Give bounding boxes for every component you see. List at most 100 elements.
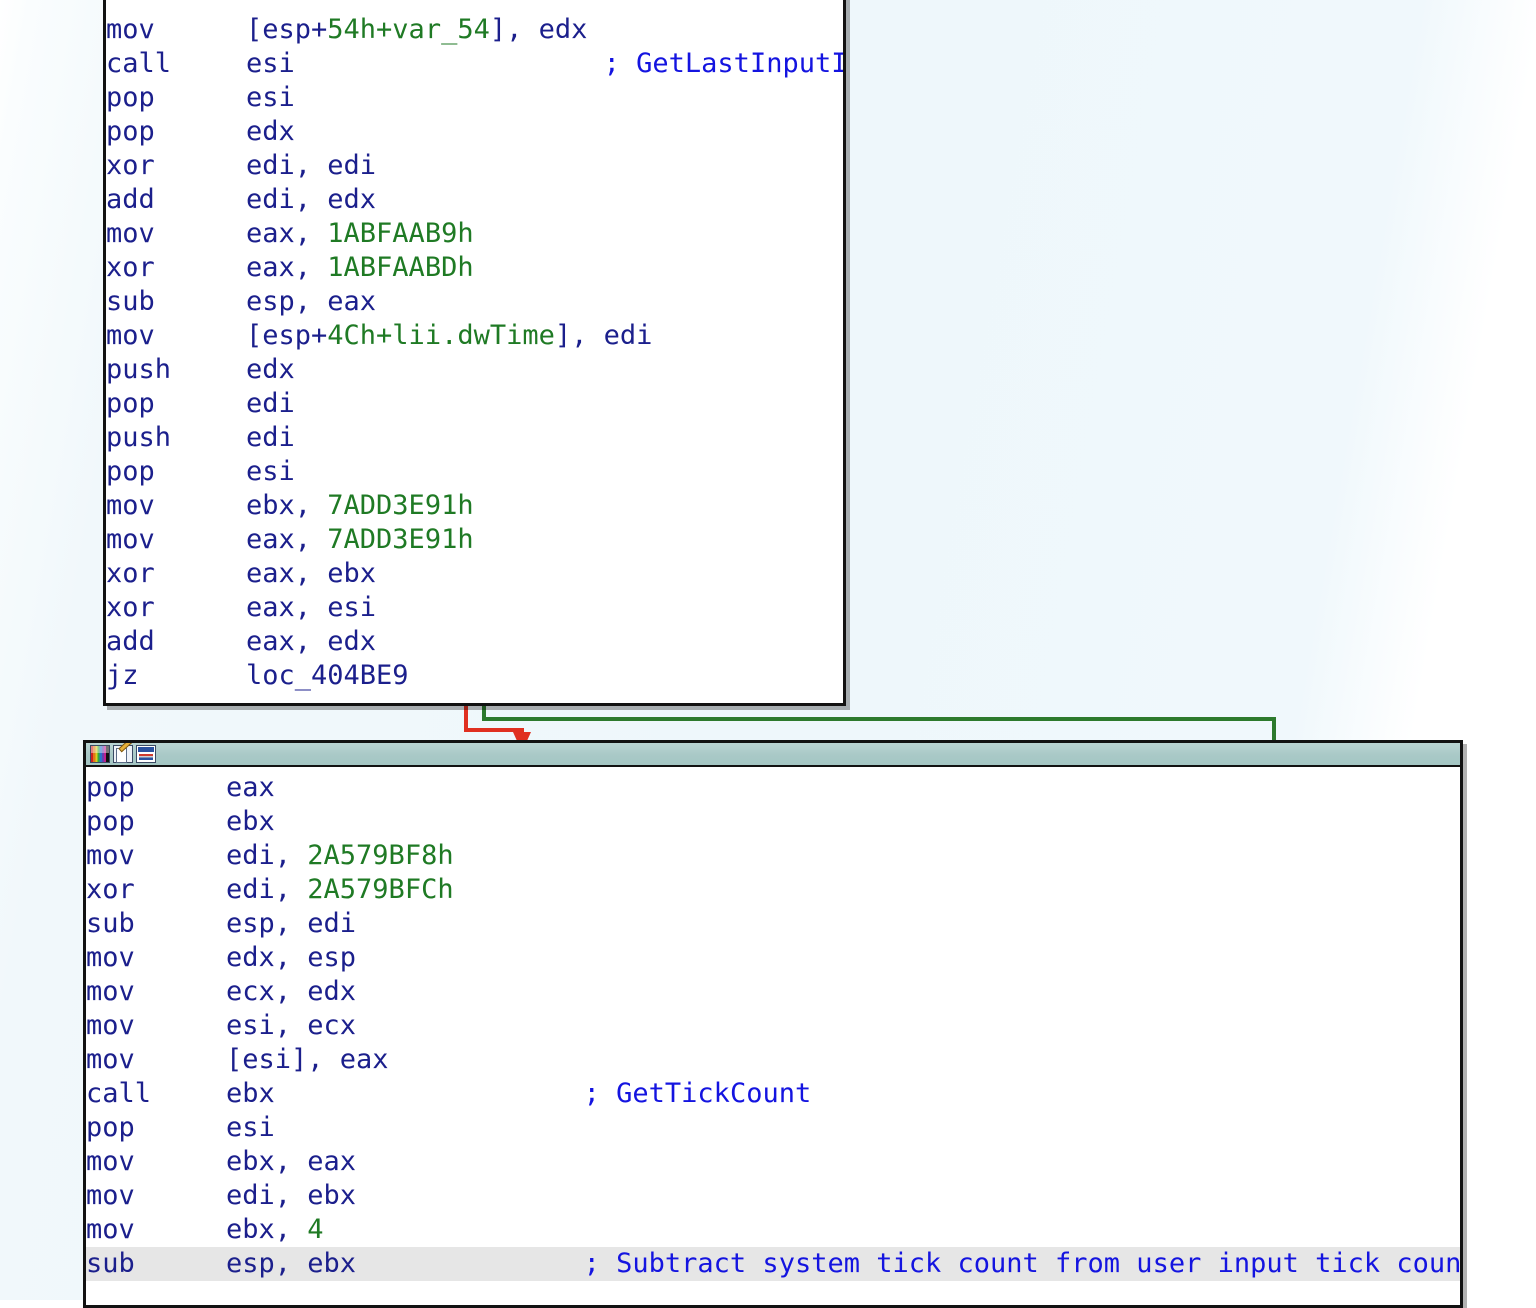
asm-line[interactable]: call ebx ; GetTickCount bbox=[86, 1077, 1460, 1111]
asm-line[interactable]: pop esi bbox=[106, 81, 843, 115]
screen-icon[interactable] bbox=[136, 745, 156, 763]
asm-mnemonic: pop bbox=[106, 456, 155, 487]
asm-mnemonic: mov bbox=[106, 14, 155, 45]
asm-operands: edi, edx bbox=[246, 184, 377, 215]
basic-block-1[interactable]: movesp, edx mov[esp+54h+var_54], edxcall… bbox=[103, 0, 846, 706]
block-2-body: pop eax pop ebx mov edi, 2A579BF8h xor edi, 2A5… bbox=[86, 767, 1460, 1303]
asm-operands: edi bbox=[246, 388, 295, 419]
asm-line[interactable]: mov edi, ebx bbox=[86, 1179, 1460, 1213]
asm-line[interactable]: pop edi bbox=[106, 387, 843, 421]
asm-mnemonic: call bbox=[106, 48, 172, 79]
asm-line[interactable]: sub esp, edi bbox=[86, 907, 1460, 941]
asm-line[interactable]: push edx bbox=[106, 353, 843, 387]
asm-mnemonic: xor bbox=[106, 252, 155, 283]
asm-operands: esp, eax bbox=[246, 286, 377, 317]
asm-operands: edx bbox=[246, 354, 295, 385]
asm-operands: edi bbox=[246, 422, 295, 453]
asm-mnemonic: xor bbox=[106, 558, 155, 589]
asm-mnemonic: add bbox=[106, 184, 155, 215]
asm-mnemonic: mov bbox=[86, 1010, 135, 1041]
asm-operands: ebx bbox=[226, 1078, 275, 1109]
asm-operands: loc_404BE9 bbox=[246, 660, 409, 691]
basic-block-2[interactable]: pop eax pop ebx mov edi, 2A579BF8h xor edi, 2A5… bbox=[83, 740, 1463, 1308]
asm-line[interactable]: xor eax, esi bbox=[106, 591, 843, 625]
asm-line[interactable]: mov edx, esp bbox=[86, 941, 1460, 975]
asm-line[interactable]: mov ecx, edx bbox=[86, 975, 1460, 1009]
asm-mnemonic: pop bbox=[86, 1112, 135, 1143]
asm-line[interactable]: mov esi, ecx bbox=[86, 1009, 1460, 1043]
asm-line[interactable]: mov [esp+4Ch+lii.dwTime], edi bbox=[106, 319, 843, 353]
asm-operands: eax, ebx bbox=[246, 558, 377, 589]
asm-operands: esp, ebx bbox=[226, 1248, 357, 1279]
asm-operands: ebx, 4 bbox=[226, 1214, 324, 1245]
asm-line[interactable]: xor eax, 1ABFAABDh bbox=[106, 251, 843, 285]
asm-operands: [esp+54h+var_54], edx bbox=[246, 14, 588, 45]
asm-operands: edi, 2A579BFCh bbox=[226, 874, 454, 905]
asm-mnemonic: mov bbox=[106, 320, 155, 351]
asm-operands: ebx, 7ADD3E91h bbox=[246, 490, 474, 521]
asm-line[interactable]: push edi bbox=[106, 421, 843, 455]
block-2-titlebar[interactable] bbox=[86, 743, 1460, 767]
asm-mnemonic: mov bbox=[86, 976, 135, 1007]
edit-pencil-icon[interactable] bbox=[113, 745, 133, 763]
palette-icon[interactable] bbox=[90, 745, 110, 763]
asm-line[interactable]: pop esi bbox=[86, 1111, 1460, 1145]
asm-line[interactable]: mov ebx, eax bbox=[86, 1145, 1460, 1179]
asm-mnemonic: pop bbox=[106, 116, 155, 147]
asm-line[interactable]: mov eax, 7ADD3E91h bbox=[106, 523, 843, 557]
block-2-lines: pop eax pop ebx mov edi, 2A579BF8h xor edi, 2A5… bbox=[86, 771, 1460, 1281]
asm-mnemonic: sub bbox=[86, 908, 135, 939]
asm-line[interactable]: mov eax, 1ABFAAB9h bbox=[106, 217, 843, 251]
asm-operands: eax, 1ABFAAB9h bbox=[246, 218, 474, 249]
asm-line[interactable]: xor eax, ebx bbox=[106, 557, 843, 591]
asm-mnemonic: mov bbox=[106, 524, 155, 555]
asm-line[interactable]: sub esp, ebx ; Subtract system tick count… bbox=[86, 1247, 1460, 1281]
asm-operands: ecx, edx bbox=[226, 976, 357, 1007]
asm-line[interactable]: pop ebx bbox=[86, 805, 1460, 839]
asm-operands: esi bbox=[246, 456, 295, 487]
asm-mnemonic: sub bbox=[106, 286, 155, 317]
asm-line[interactable]: mov ebx, 4 bbox=[86, 1213, 1460, 1247]
asm-line-clipped-top: movesp, edx bbox=[106, 0, 843, 13]
asm-line[interactable]: xor edi, edi bbox=[106, 149, 843, 183]
asm-operands: edi, edi bbox=[246, 150, 377, 181]
asm-line[interactable]: jz loc_404BE9 bbox=[106, 659, 843, 693]
asm-operands: ebx, eax bbox=[226, 1146, 357, 1177]
asm-line[interactable]: add edi, edx bbox=[106, 183, 843, 217]
asm-mnemonic: add bbox=[106, 626, 155, 657]
asm-operands: edx, esp bbox=[226, 942, 357, 973]
asm-mnemonic: xor bbox=[86, 874, 135, 905]
asm-comment-spacer bbox=[295, 48, 604, 79]
asm-comment: ; GetTickCount bbox=[583, 1078, 812, 1109]
asm-mnemonic: mov bbox=[86, 1214, 135, 1245]
asm-operands: esi, ecx bbox=[226, 1010, 357, 1041]
asm-mnemonic: mov bbox=[86, 1146, 135, 1177]
asm-operands: esi bbox=[226, 1112, 275, 1143]
asm-operands: edx bbox=[246, 116, 295, 147]
asm-operands: eax, 1ABFAABDh bbox=[246, 252, 474, 283]
asm-comment: ; GetLastInputInfo bbox=[603, 48, 846, 79]
asm-operands: esi bbox=[246, 82, 295, 113]
asm-line[interactable]: call esi ; GetLastInputInfo bbox=[106, 47, 843, 81]
asm-line[interactable]: mov ebx, 7ADD3E91h bbox=[106, 489, 843, 523]
asm-line[interactable]: mov [esi], eax bbox=[86, 1043, 1460, 1077]
asm-operands: eax bbox=[226, 772, 275, 803]
asm-operands: edi, ebx bbox=[226, 1180, 357, 1211]
asm-mnemonic: xor bbox=[106, 150, 155, 181]
asm-comment-spacer bbox=[356, 1248, 584, 1279]
asm-line[interactable]: add eax, edx bbox=[106, 625, 843, 659]
asm-line[interactable]: pop esi bbox=[106, 455, 843, 489]
asm-line[interactable]: pop edx bbox=[106, 115, 843, 149]
asm-line[interactable]: mov edi, 2A579BF8h bbox=[86, 839, 1460, 873]
asm-mnemonic: pop bbox=[86, 806, 135, 837]
asm-mnemonic: push bbox=[106, 422, 172, 453]
asm-mnemonic: xor bbox=[106, 592, 155, 623]
asm-line[interactable]: mov [esp+54h+var_54], edx bbox=[106, 13, 843, 47]
asm-mnemonic: jz bbox=[106, 660, 139, 691]
asm-mnemonic: mov bbox=[86, 942, 135, 973]
asm-operands: eax, esi bbox=[246, 592, 377, 623]
asm-mnemonic: mov bbox=[106, 490, 155, 521]
asm-line[interactable]: sub esp, eax bbox=[106, 285, 843, 319]
asm-line[interactable]: xor edi, 2A579BFCh bbox=[86, 873, 1460, 907]
asm-line[interactable]: pop eax bbox=[86, 771, 1460, 805]
